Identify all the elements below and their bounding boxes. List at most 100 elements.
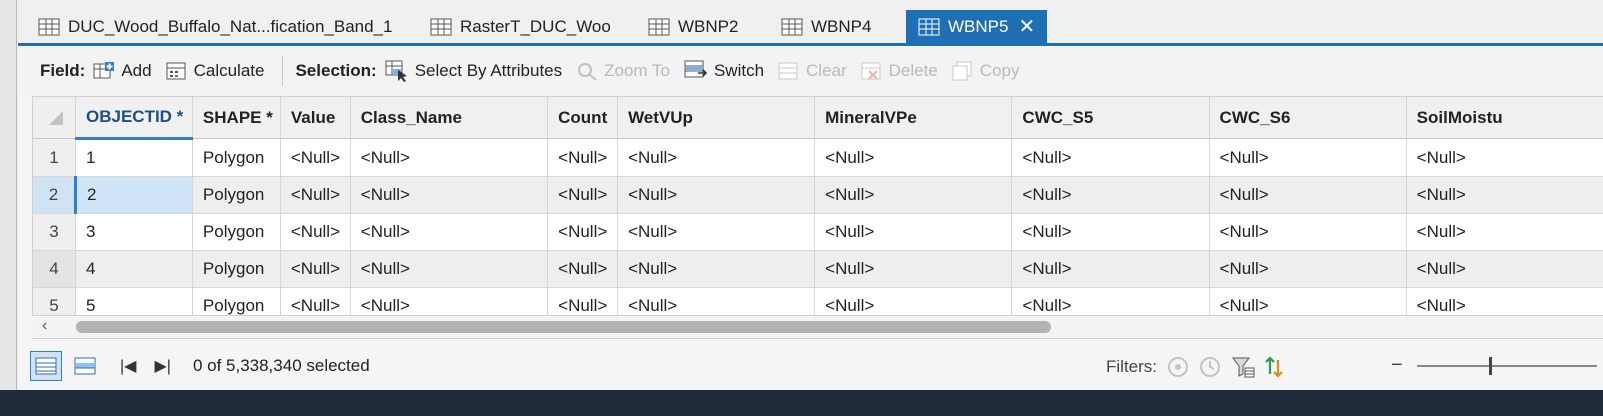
table-cell[interactable]: <Null> bbox=[350, 287, 549, 315]
zoom-track[interactable] bbox=[1417, 365, 1597, 367]
select-by-attributes-button[interactable]: Select By Attributes bbox=[385, 60, 562, 82]
table-cell[interactable]: <Null> bbox=[1406, 138, 1603, 177]
table-cell[interactable]: <Null> bbox=[280, 138, 351, 177]
tab-wbnp2[interactable]: WBNP2 bbox=[648, 10, 738, 43]
table-cell[interactable]: <Null> bbox=[350, 213, 549, 251]
table-cell[interactable]: <Null> bbox=[547, 213, 619, 251]
row-number[interactable]: 1 bbox=[33, 138, 76, 177]
table-cell[interactable]: <Null> bbox=[1209, 287, 1407, 315]
column-header-cwc-s5[interactable]: CWC_S5 bbox=[1011, 97, 1210, 139]
table-cell[interactable]: Polygon bbox=[192, 176, 281, 214]
table-cell[interactable]: 1 bbox=[75, 138, 193, 177]
select-all-corner[interactable] bbox=[33, 97, 76, 139]
row-number[interactable]: 2 bbox=[33, 176, 77, 214]
table-row[interactable]: 2 2 Polygon <Null> <Null> <Null> <Null> … bbox=[33, 176, 1603, 214]
column-header-shape[interactable]: SHAPE * bbox=[192, 97, 281, 139]
table-cell[interactable]: Polygon bbox=[192, 287, 281, 315]
table-cell[interactable]: <Null> bbox=[617, 176, 816, 214]
table-cell[interactable]: <Null> bbox=[617, 213, 816, 251]
table-cell[interactable]: <Null> bbox=[350, 176, 549, 214]
table-row[interactable]: 1 1 Polygon <Null> <Null> <Null> <Null> … bbox=[33, 138, 1603, 177]
table-row[interactable]: 4 4 Polygon <Null> <Null> <Null> <Null> … bbox=[33, 250, 1603, 288]
table-cell[interactable]: 2 bbox=[75, 176, 193, 214]
show-selected-records-button[interactable] bbox=[70, 352, 100, 380]
tab-wbnp5[interactable]: WBNP5 ✕ bbox=[906, 10, 1048, 43]
table-cell[interactable]: <Null> bbox=[1011, 176, 1210, 214]
table-cell[interactable]: <Null> bbox=[280, 250, 351, 288]
close-icon[interactable]: ✕ bbox=[1018, 14, 1035, 39]
tab-duc-wood-buffalo[interactable]: DUC_Wood_Buffalo_Nat...fication_Band_1 bbox=[38, 10, 392, 43]
column-header-value[interactable]: Value bbox=[280, 97, 351, 139]
table-cell[interactable]: <Null> bbox=[814, 287, 1013, 315]
table-cell[interactable]: <Null> bbox=[1209, 250, 1407, 288]
column-header-wetvup[interactable]: WetVUp bbox=[617, 97, 816, 139]
table-cell[interactable]: <Null> bbox=[814, 213, 1013, 251]
table-cell[interactable]: <Null> bbox=[1406, 250, 1603, 288]
column-header-mineralvpe[interactable]: MineralVPe bbox=[814, 97, 1013, 139]
column-header-class-name[interactable]: Class_Name bbox=[350, 97, 549, 139]
table-row[interactable]: 3 3 Polygon <Null> <Null> <Null> <Null> … bbox=[33, 213, 1603, 251]
table-cell[interactable]: <Null> bbox=[814, 250, 1013, 288]
scrollbar-thumb[interactable] bbox=[76, 321, 1051, 333]
zoom-knob[interactable] bbox=[1489, 357, 1492, 375]
table-cell[interactable]: <Null> bbox=[547, 287, 619, 315]
table-cell[interactable]: <Null> bbox=[1011, 287, 1210, 315]
row-number[interactable]: 3 bbox=[33, 213, 76, 251]
table-cell[interactable]: <Null> bbox=[617, 138, 816, 177]
table-cell[interactable]: 4 bbox=[75, 250, 193, 288]
table-cell[interactable]: <Null> bbox=[1406, 213, 1603, 251]
table-cell[interactable]: <Null> bbox=[1209, 176, 1407, 214]
table-cell[interactable]: <Null> bbox=[1209, 138, 1407, 177]
table-cell[interactable]: Polygon bbox=[192, 250, 281, 288]
table-cell[interactable]: <Null> bbox=[1209, 213, 1407, 251]
table-cell[interactable]: <Null> bbox=[814, 138, 1013, 177]
copy-selection-button[interactable]: Copy bbox=[952, 61, 1019, 81]
table-cell[interactable]: <Null> bbox=[1011, 213, 1210, 251]
table-cell[interactable]: <Null> bbox=[1406, 287, 1603, 315]
delete-selection-button[interactable]: Delete bbox=[861, 61, 938, 81]
clear-selection-button[interactable]: Clear bbox=[778, 61, 847, 81]
zoom-out-icon[interactable]: − bbox=[1391, 354, 1403, 377]
extent-filter-icon[interactable] bbox=[1167, 356, 1189, 378]
add-field-button[interactable]: Add bbox=[93, 61, 152, 81]
column-header-cwc-s6[interactable]: CWC_S6 bbox=[1209, 97, 1407, 139]
column-header-soilmoistu[interactable]: SoilMoistu bbox=[1406, 97, 1603, 139]
row-number[interactable]: 5 bbox=[33, 287, 76, 315]
scroll-left-icon[interactable]: ‹ bbox=[42, 317, 47, 335]
table-cell[interactable]: 3 bbox=[75, 213, 193, 251]
horizontal-scrollbar[interactable]: ‹ bbox=[32, 316, 1603, 339]
table-cell[interactable]: <Null> bbox=[547, 138, 619, 177]
last-record-icon[interactable]: ▶| bbox=[154, 356, 170, 376]
table-cell[interactable]: <Null> bbox=[280, 213, 351, 251]
table-row[interactable]: 5 5 Polygon <Null> <Null> <Null> <Null> … bbox=[33, 287, 1603, 315]
table-cell[interactable]: Polygon bbox=[192, 213, 281, 251]
table-cell[interactable]: <Null> bbox=[280, 176, 351, 214]
table-cell[interactable]: 5 bbox=[75, 287, 193, 315]
zoom-to-button[interactable]: Zoom To bbox=[576, 61, 670, 81]
table-cell[interactable]: <Null> bbox=[547, 250, 619, 288]
table-cell[interactable]: <Null> bbox=[280, 287, 351, 315]
table-cell[interactable]: <Null> bbox=[350, 250, 549, 288]
table-zoom-slider[interactable]: − bbox=[1373, 354, 1603, 378]
column-header-objectid[interactable]: OBJECTID * bbox=[75, 97, 193, 140]
calculate-field-button[interactable]: Calculate bbox=[166, 61, 264, 81]
table-cell[interactable]: <Null> bbox=[617, 250, 816, 288]
table-cell[interactable]: <Null> bbox=[350, 138, 549, 177]
tab-wbnp4[interactable]: WBNP4 bbox=[781, 10, 871, 43]
table-cell[interactable]: <Null> bbox=[617, 287, 816, 315]
first-record-icon[interactable]: |◀ bbox=[120, 356, 136, 376]
column-header-count[interactable]: Count bbox=[547, 97, 619, 139]
switch-selection-button[interactable]: Switch bbox=[684, 60, 764, 82]
table-cell[interactable]: <Null> bbox=[1406, 176, 1603, 214]
table-cell[interactable]: <Null> bbox=[1011, 138, 1210, 177]
table-cell[interactable]: Polygon bbox=[192, 138, 281, 177]
time-filter-icon[interactable] bbox=[1199, 356, 1221, 378]
query-filter-icon[interactable] bbox=[1231, 356, 1255, 378]
table-cell[interactable]: <Null> bbox=[814, 176, 1013, 214]
row-number[interactable]: 4 bbox=[33, 250, 76, 288]
table-cell[interactable]: <Null> bbox=[1011, 250, 1210, 288]
show-all-records-button[interactable] bbox=[30, 351, 62, 381]
tab-rastert-duc-woo[interactable]: RasterT_DUC_Woo bbox=[430, 10, 611, 43]
sort-order-icon[interactable] bbox=[1265, 356, 1283, 378]
table-cell[interactable]: <Null> bbox=[547, 176, 619, 214]
